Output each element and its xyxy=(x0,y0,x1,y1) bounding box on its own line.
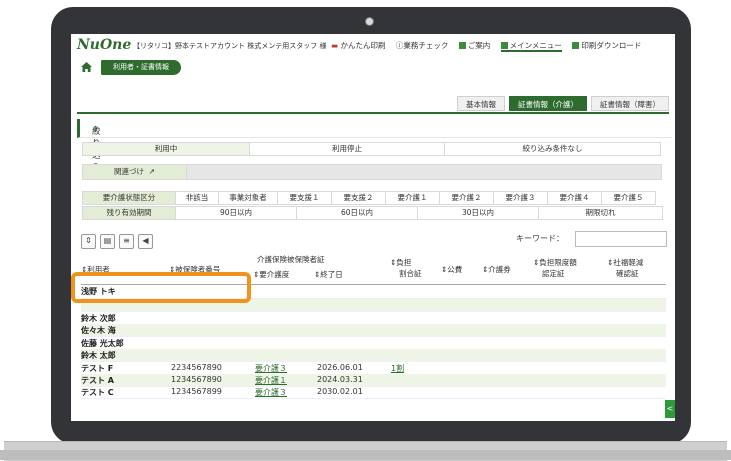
print-download-link[interactable]: 印刷ダウンロード xyxy=(572,41,641,50)
table-row[interactable]: 佐々木 海 xyxy=(81,324,666,338)
row-insured-no: 2234567890 xyxy=(171,362,222,372)
row-burden[interactable]: 1割 xyxy=(391,363,404,374)
link-value xyxy=(186,164,662,180)
top-bar: NuOne 【リタリコ】野本テストアカウント 株式メンテ用スタッフ 様 ▬ かん… xyxy=(71,34,675,56)
care-level-option[interactable]: 要介護３ xyxy=(493,191,548,205)
col-burden-limit-2: 認定証 xyxy=(542,269,565,278)
col-public[interactable]: ⇕公費 xyxy=(441,264,462,275)
tab-disability-certificate[interactable]: 証書情報（障害） xyxy=(591,96,669,111)
menu-icon xyxy=(500,42,508,49)
external-link-icon[interactable]: ↗ xyxy=(149,167,155,176)
row-name[interactable]: 鈴木 太郎 xyxy=(81,350,116,361)
table-row[interactable]: 鈴木 次郎 xyxy=(81,312,666,325)
status-filter-row: 利用中 利用停止 絞り込み条件なし xyxy=(82,142,663,156)
filter-header[interactable]: 絞り込み ⇞ xyxy=(77,119,672,173)
col-care-coupon[interactable]: ⇕介護券 xyxy=(482,264,511,275)
row-care-level[interactable]: 要介護１ xyxy=(255,375,287,386)
home-icon[interactable] xyxy=(81,62,92,72)
guide-link[interactable]: ご案内 xyxy=(458,41,490,50)
side-panel-toggle[interactable]: < xyxy=(665,400,675,418)
period-label: 残り有効期間 xyxy=(82,206,176,220)
keyword-label: キーワード： xyxy=(516,234,564,243)
care-level-option[interactable]: 要支援２ xyxy=(331,191,386,205)
care-level-option[interactable]: 要介護２ xyxy=(439,191,494,205)
col-burden-limit[interactable]: ⇕負担限度額 xyxy=(533,257,577,268)
tab-care-certificate[interactable]: 証書情報（介護） xyxy=(509,96,587,111)
period-row: 残り有効期間 90日以内 60日以内 30日以内 期限切れ xyxy=(82,206,663,220)
row-insured-no: 1234567890 xyxy=(171,375,222,384)
care-level-label: 要介護状態区分 xyxy=(82,191,176,205)
tab-underline xyxy=(77,112,669,114)
guide-icon xyxy=(458,42,466,49)
row-name[interactable]: 佐藤 光太郎 xyxy=(81,338,124,349)
laptop-base-shadow xyxy=(0,450,731,460)
sort-icon[interactable]: ⇕ xyxy=(81,234,96,249)
row-name[interactable]: テスト C xyxy=(81,387,114,398)
row-end-date: 2030.02.01 xyxy=(317,387,363,397)
list-sort-icon[interactable]: ≡ xyxy=(119,234,134,249)
status-none[interactable]: 絞り込み条件なし xyxy=(444,142,661,156)
print-link[interactable]: ▬ かんたん印刷 xyxy=(331,41,385,50)
col-insurance-group: 介護保険被保険者証 xyxy=(257,255,325,264)
care-level-option[interactable]: 要介護５ xyxy=(601,191,656,205)
status-active[interactable]: 利用中 xyxy=(82,142,250,156)
row-insured-no: 1234567899 xyxy=(171,387,222,397)
logo: NuOne xyxy=(77,37,132,53)
screen: NuOne 【リタリコ】野本テストアカウント 株式メンテ用スタッフ 様 ▬ かん… xyxy=(71,34,675,421)
tab-basic-info[interactable]: 基本情報 xyxy=(457,96,505,111)
printer-icon: ▬ xyxy=(331,41,339,50)
col-welfare-2: 確認証 xyxy=(616,269,639,278)
period-option[interactable]: 期限切れ xyxy=(538,206,663,220)
care-level-option[interactable]: 要支援１ xyxy=(277,191,332,205)
keyword-input[interactable] xyxy=(575,231,667,247)
period-option[interactable]: 60日以内 xyxy=(296,206,418,220)
link-row: 関連づけ ↗ xyxy=(82,164,663,180)
status-stopped[interactable]: 利用停止 xyxy=(249,142,445,156)
top-links: ▬ かんたん印刷 ⓘ業務チェック ご案内 メインメニュー 印刷ダウンロード xyxy=(331,40,649,52)
check-link[interactable]: ⓘ業務チェック xyxy=(396,41,449,50)
care-level-option[interactable]: 非該当 xyxy=(175,191,219,205)
care-level-option[interactable]: 要介護１ xyxy=(385,191,440,205)
table-row[interactable]: 佐藤 光太郎 xyxy=(81,337,666,350)
selection-highlight xyxy=(71,272,251,303)
table-row[interactable]: 鈴木 太郎 xyxy=(81,349,666,363)
care-level-option[interactable]: 要介護４ xyxy=(547,191,602,205)
table-row[interactable]: テスト F 2234567890 要介護３ 2026.06.01 1割 xyxy=(81,362,666,375)
breadcrumb[interactable]: 利用者・証書情報 xyxy=(101,60,181,75)
care-level-row: 要介護状態区分 非該当 事業対象者 要支援１ 要支援２ 要介護１ 要介護２ 要介… xyxy=(82,191,663,205)
col-end-date[interactable]: ⇕終了日 xyxy=(314,269,343,280)
user-info: 【リタリコ】野本テストアカウント 株式メンテ用スタッフ 様 xyxy=(133,42,327,50)
table-row[interactable]: テスト A 1234567890 要介護１ 2024.03.31 xyxy=(81,374,666,387)
period-option[interactable]: 90日以内 xyxy=(175,206,297,220)
row-end-date: 2026.06.01 xyxy=(317,362,363,372)
row-care-level[interactable]: 要介護３ xyxy=(255,363,287,374)
row-name[interactable]: テスト F xyxy=(81,363,113,374)
col-burden-2: 割合証 xyxy=(399,269,422,278)
care-level-option[interactable]: 事業対象者 xyxy=(218,191,278,205)
col-care-level[interactable]: ⇕要介護度 xyxy=(253,269,289,280)
export-icon[interactable]: ▤ xyxy=(100,234,115,249)
tab-bar: 基本情報 証書情報（介護） 証書情報（障害） xyxy=(453,96,669,111)
row-name[interactable]: 鈴木 次郎 xyxy=(81,313,116,324)
row-end-date: 2024.03.31 xyxy=(317,375,363,384)
table-row[interactable]: テスト C 1234567899 要介護３ 2030.02.01 xyxy=(81,386,666,400)
link-label: 関連づけ ↗ xyxy=(82,164,187,180)
collapse-icon: ⇞ xyxy=(92,125,100,135)
col-welfare[interactable]: ⇕社福軽減 xyxy=(607,257,643,268)
toolbar-icons: ⇕ ▤ ≡ ◀ xyxy=(81,234,157,249)
period-option[interactable]: 30日以内 xyxy=(417,206,539,220)
camera-dot xyxy=(365,17,374,26)
col-burden[interactable]: ⇕負担 xyxy=(390,257,411,268)
clear-icon[interactable]: ◀ xyxy=(138,234,153,249)
main-menu-link[interactable]: メインメニュー xyxy=(500,41,562,52)
download-icon xyxy=(572,42,580,49)
row-name[interactable]: 佐々木 海 xyxy=(81,325,116,336)
row-name[interactable]: テスト A xyxy=(81,375,114,386)
row-care-level[interactable]: 要介護３ xyxy=(255,387,287,398)
